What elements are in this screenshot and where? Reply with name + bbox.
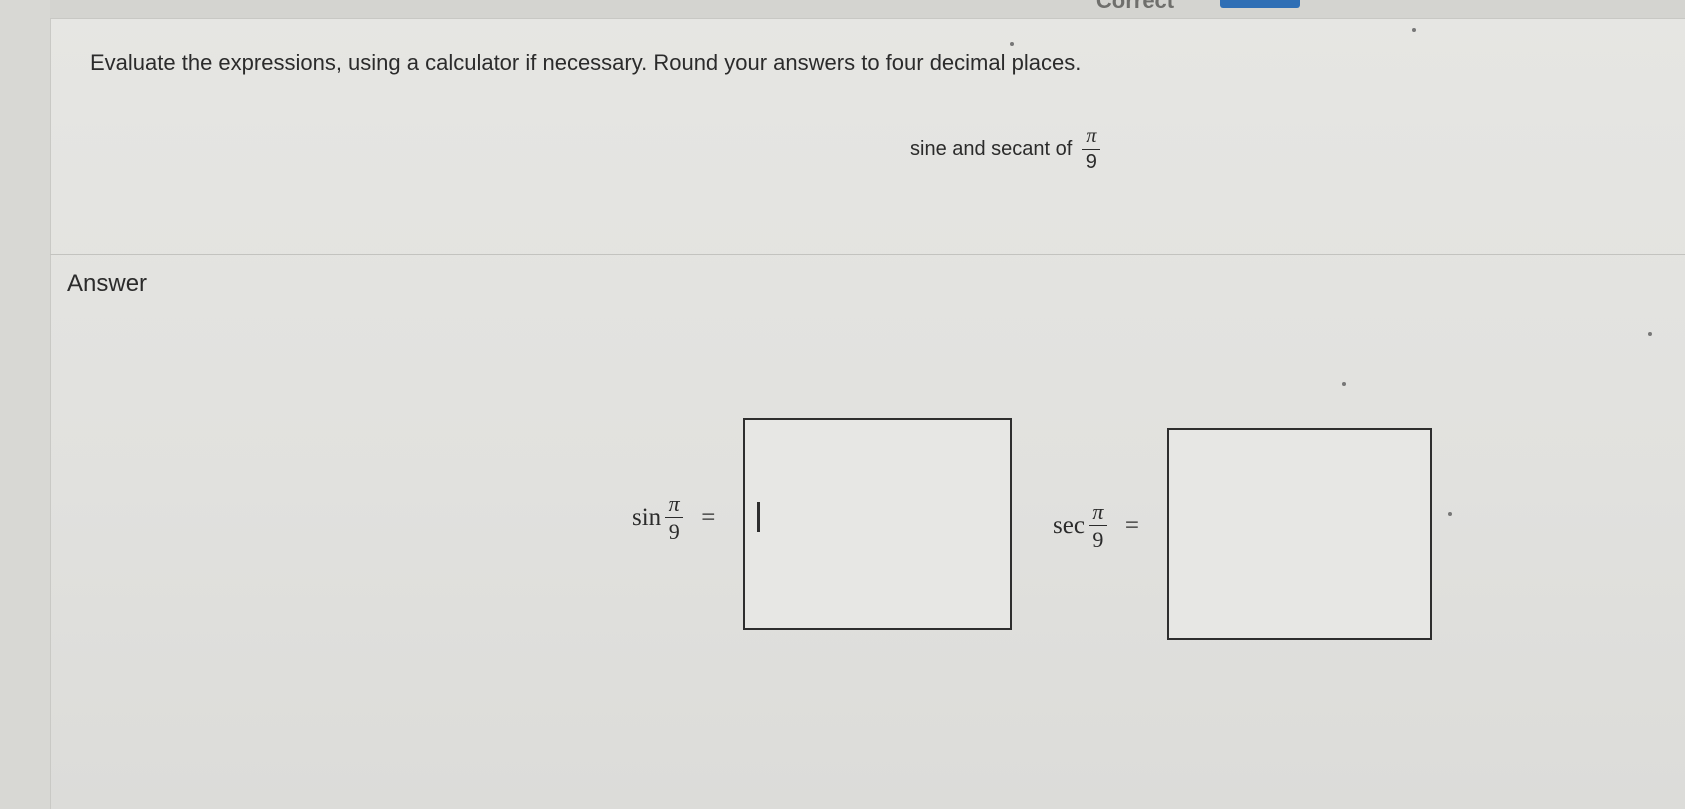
prompt-fraction: π 9 — [1082, 125, 1101, 173]
sin-expression: sin π 9 = — [632, 492, 715, 543]
question-instructions: Evaluate the expressions, using a calcul… — [90, 50, 1082, 75]
screen-speck — [1342, 382, 1346, 386]
sec-fraction: π 9 — [1088, 499, 1107, 553]
prompt-fraction-denominator: 9 — [1085, 151, 1097, 173]
sec-expression: sec π 9 = — [1053, 500, 1139, 551]
fraction-bar — [665, 517, 684, 519]
sin-function-label: sin — [632, 503, 662, 531]
sec-fraction-numerator: π — [1092, 499, 1104, 524]
sec-function-label: sec — [1053, 511, 1085, 539]
sin-fraction-denominator: 9 — [668, 519, 680, 545]
sin-answer-input[interactable] — [743, 418, 1012, 630]
sec-answer-input[interactable] — [1167, 428, 1432, 640]
fraction-bar — [1082, 149, 1101, 150]
prompt-fraction-numerator: π — [1086, 125, 1097, 147]
screen-speck — [1412, 28, 1416, 32]
screen-speck — [1448, 512, 1452, 516]
question-panel: Evaluate the expressions, using a calcul… — [50, 18, 1685, 255]
page: Correct Evaluate the expressions, using … — [0, 0, 1685, 809]
sin-fraction: π 9 — [665, 491, 684, 545]
sin-equals-sign: = — [701, 503, 716, 531]
top-strip — [50, 0, 1685, 19]
text-caret — [757, 502, 760, 532]
answer-label: Answer — [67, 270, 148, 297]
screen-speck — [1010, 42, 1014, 46]
question-prompt: sine and secant of π 9 — [910, 125, 1101, 173]
sec-fraction-denominator: 9 — [1092, 527, 1104, 553]
active-tab-indicator[interactable] — [1220, 0, 1300, 8]
correct-status-tab[interactable]: Correct — [1060, 0, 1210, 14]
sin-fraction-numerator: π — [668, 491, 680, 516]
sec-equals-sign: = — [1124, 511, 1140, 539]
fraction-bar — [1088, 525, 1107, 527]
left-rail — [0, 0, 51, 809]
screen-speck — [1648, 332, 1652, 336]
prompt-text: sine and secant of — [910, 138, 1073, 160]
